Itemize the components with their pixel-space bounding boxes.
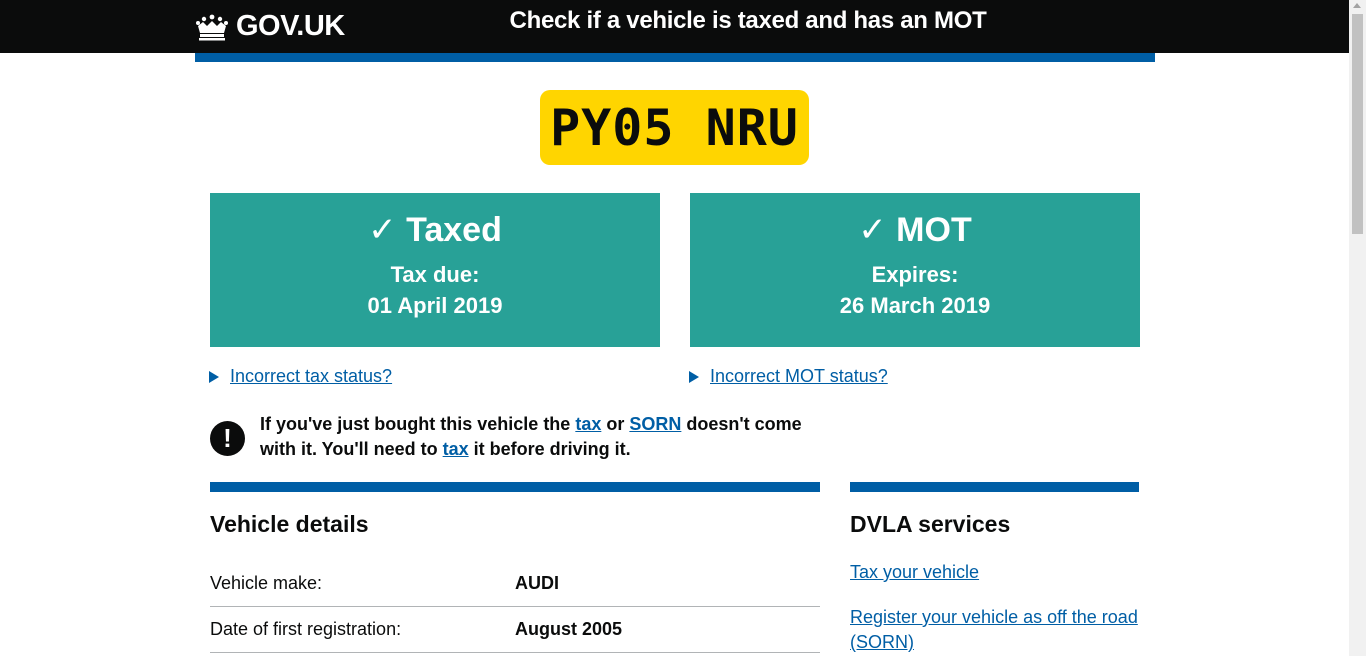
tax-status-panel: ✓ Taxed Tax due: 01 April 2019 (210, 193, 660, 347)
first-registration-label: Date of first registration: (210, 619, 402, 639)
incorrect-mot-status-link[interactable]: Incorrect MOT status? (710, 366, 888, 387)
vehicle-make-label: Vehicle make: (210, 573, 323, 593)
dvla-services-heading: DVLA services (850, 511, 1011, 537)
sorn-link[interactable]: SORN (629, 414, 681, 434)
warning-text-part: If you've just bought this vehicle the (260, 414, 576, 434)
header-blue-band (195, 53, 1155, 62)
mot-expiry-date: 26 March 2019 (839, 293, 991, 318)
tax-your-vehicle-link[interactable]: Tax your vehicle (850, 560, 1140, 585)
incorrect-tax-status-link[interactable]: Incorrect tax status? (230, 366, 392, 387)
mot-expires-label: Expires: (871, 262, 959, 287)
incorrect-mot-status-toggle[interactable]: Incorrect MOT status? (689, 366, 888, 387)
exclamation-icon: ! (210, 421, 245, 456)
warning-text-part: or (601, 414, 630, 434)
mot-status-panel: ✓ MOT Expires: 26 March 2019 (690, 193, 1140, 347)
page-scrollbar[interactable] (1349, 0, 1366, 656)
tax-due-date: 01 April 2019 (367, 293, 503, 318)
service-title[interactable]: Check if a vehicle is taxed and has an M… (0, 7, 1366, 35)
registration-plate: PY05 NRU (540, 90, 809, 165)
first-registration-row: Date of first registration: August 2005 (210, 606, 820, 653)
dvla-services-top-rule (850, 482, 1139, 492)
disclosure-triangle-icon (689, 370, 699, 383)
header-bar: GOV.UK Check if a vehicle is taxed and h… (0, 0, 1349, 53)
mot-status-heading: ✓ MOT (858, 211, 972, 249)
vehicle-details-top-rule (210, 482, 820, 492)
first-registration-value: August 2005 (515, 619, 623, 639)
warning-text: If you've just bought this vehicle the t… (260, 412, 830, 462)
vehicle-make-value: AUDI (515, 573, 559, 593)
disclosure-triangle-icon (209, 370, 219, 383)
tax-link[interactable]: tax (575, 414, 601, 434)
scrollbar-thumb[interactable] (1352, 14, 1363, 234)
vehicle-details-heading: Vehicle details (210, 511, 369, 537)
scroll-up-arrow-icon[interactable] (1353, 3, 1361, 8)
incorrect-tax-status-toggle[interactable]: Incorrect tax status? (209, 366, 392, 387)
tax-vehicle-link[interactable]: tax (443, 439, 469, 459)
warning-text-part: it before driving it. (468, 439, 631, 459)
tax-due-label: Tax due: (390, 262, 480, 287)
tax-status-heading: ✓ Taxed (368, 211, 502, 249)
register-sorn-link[interactable]: Register your vehicle as off the road (S… (850, 605, 1140, 655)
vehicle-make-row: Vehicle make: AUDI (210, 560, 820, 607)
